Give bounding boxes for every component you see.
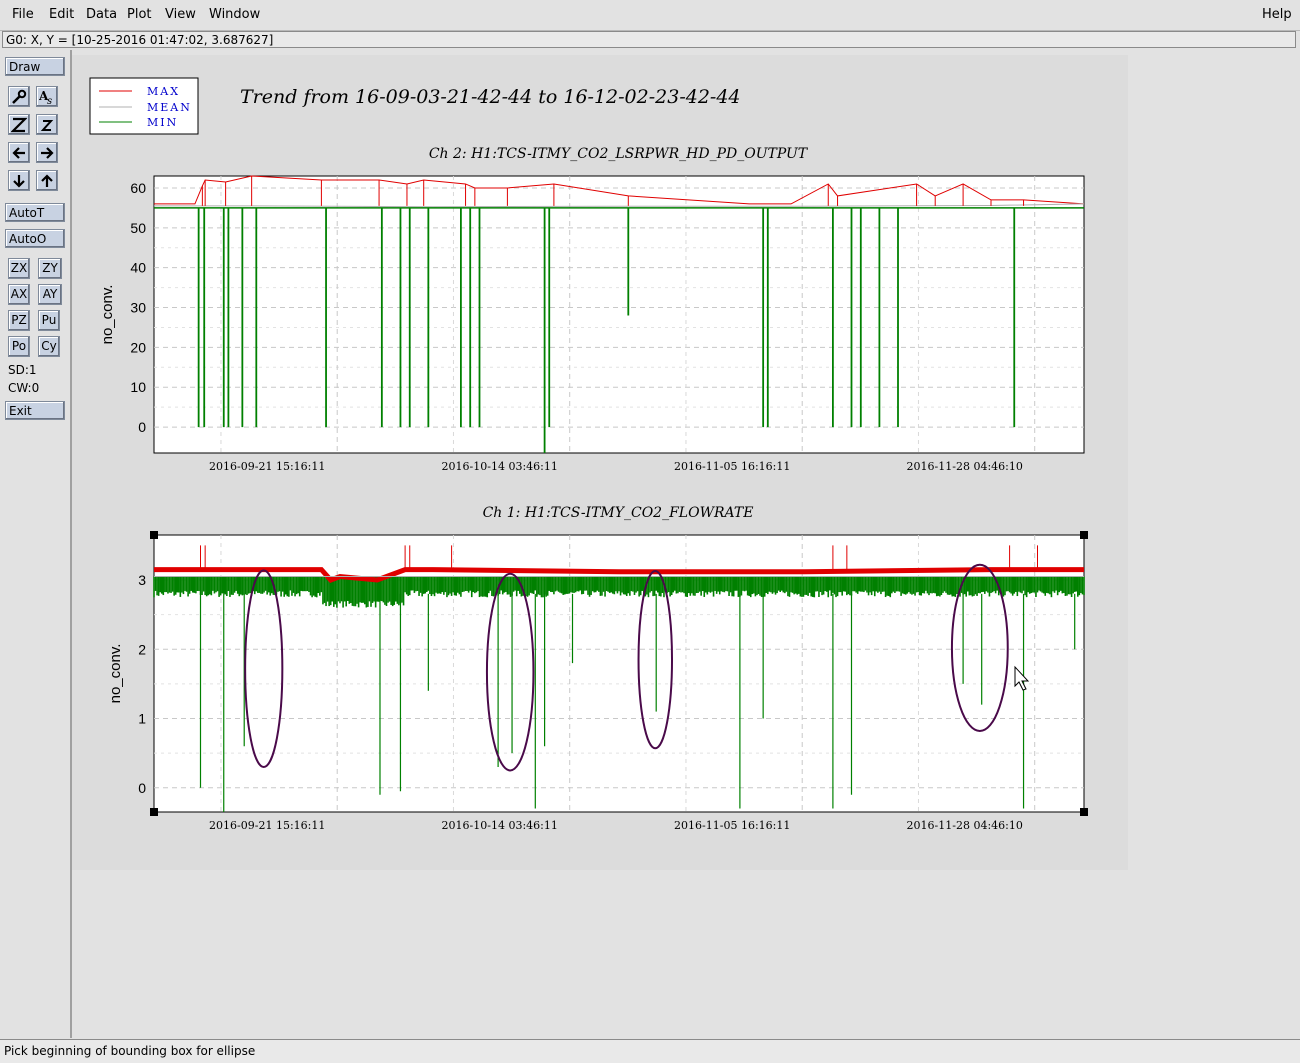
- menu-plot[interactable]: Plot: [127, 7, 152, 22]
- zoom-big-z-icon: [11, 117, 27, 133]
- legend-min-label: MIN: [147, 116, 178, 129]
- text-a-icon: As: [39, 89, 52, 105]
- auto-t-button[interactable]: AutoT: [5, 203, 65, 222]
- y-tick-label: 1: [138, 711, 146, 727]
- selection-handle: [1080, 531, 1088, 539]
- tool-palette: Draw As AutoT AutoO ZX ZY AX AY PZ Pu Po…: [0, 50, 72, 1038]
- legend: MAX MEAN MIN: [89, 77, 199, 135]
- y-axis-label: no_conv.: [99, 285, 116, 345]
- legend-max-label: MAX: [147, 85, 180, 98]
- pz-button[interactable]: PZ: [8, 310, 30, 331]
- zoom-in-button[interactable]: [8, 114, 30, 135]
- exit-button[interactable]: Exit: [5, 401, 65, 420]
- pan-right-button[interactable]: [36, 142, 58, 163]
- menu-help[interactable]: Help: [1262, 7, 1292, 22]
- selection-handle: [1080, 808, 1088, 816]
- main-title: Trend from 16-09-03-21-42-44 to 16-12-02…: [240, 86, 741, 108]
- chart-ch1[interactable]: 0 1 2 3 2016-09-21 15:16:11 2016-10-14 03:46:…: [107, 531, 1088, 832]
- y-tick-label: 30: [130, 300, 146, 316]
- x-tick-label: 2016-09-21 15:16:11: [209, 819, 325, 832]
- menu-data[interactable]: Data: [86, 7, 117, 22]
- x-tick-label: 2016-10-14 03:46:11: [442, 460, 558, 473]
- pan-down-button[interactable]: [8, 170, 30, 191]
- menu-file[interactable]: File: [12, 7, 34, 22]
- down-arrow-icon: [13, 175, 25, 188]
- x-tick-label: 2016-09-21 15:16:11: [209, 460, 325, 473]
- y-tick-label: 10: [130, 379, 146, 395]
- zx-button[interactable]: ZX: [8, 258, 30, 279]
- pu-button[interactable]: Pu: [38, 310, 60, 331]
- y-tick-label: 60: [130, 180, 146, 196]
- zoom-small-z-icon: [40, 120, 54, 131]
- y-tick-label: 2: [138, 641, 146, 657]
- zoom-out-button[interactable]: [36, 114, 58, 135]
- left-arrow-icon: [12, 147, 25, 159]
- pan-up-button[interactable]: [36, 170, 58, 191]
- y-tick-label: 20: [130, 339, 146, 355]
- x-tick-label: 2016-11-28 04:46:10: [907, 819, 1023, 832]
- cursor-coordinate-readout: G0: X, Y = [10-25-2016 01:47:02, 3.68762…: [2, 31, 1296, 48]
- right-arrow-icon: [41, 147, 54, 159]
- pointer-wrench-icon: [12, 89, 27, 104]
- up-arrow-icon: [41, 174, 53, 187]
- po-button[interactable]: Po: [8, 336, 30, 357]
- y-tick-label: 3: [138, 572, 146, 588]
- legend-mean-label: MEAN: [147, 101, 192, 114]
- plot-area: [153, 175, 1085, 454]
- selection-handle: [150, 808, 158, 816]
- x-tick-label: 2016-10-14 03:46:11: [442, 819, 558, 832]
- cw-label: CW:0: [8, 381, 40, 395]
- pan-left-button[interactable]: [8, 142, 30, 163]
- menu-edit[interactable]: Edit: [49, 7, 74, 22]
- status-bar: Pick beginning of bounding box for ellip…: [0, 1039, 1300, 1063]
- svg-text:s: s: [47, 96, 52, 105]
- menu-view[interactable]: View: [165, 7, 196, 22]
- menu-window[interactable]: Window: [209, 7, 260, 22]
- zy-button[interactable]: ZY: [38, 258, 62, 279]
- x-tick-label: 2016-11-05 16:16:11: [674, 460, 790, 473]
- sd-label: SD:1: [8, 363, 37, 377]
- ay-button[interactable]: AY: [38, 284, 62, 305]
- status-message: Pick beginning of bounding box for ellip…: [4, 1044, 256, 1058]
- menu-bar: File Edit Data Plot View Window Help: [0, 0, 1300, 31]
- y-tick-label: 0: [138, 419, 146, 435]
- x-tick-label: 2016-11-28 04:46:10: [907, 460, 1023, 473]
- auto-o-button[interactable]: AutoO: [5, 229, 65, 248]
- y-axis-label: no_conv.: [107, 644, 124, 704]
- trend-plot-svg[interactable]: MAX MEAN MIN Trend from 16-09-03-21-42-4…: [72, 55, 1128, 870]
- chart-ch2[interactable]: 0 10 20 30 40 50 60 2016-09-21 15:16:11 2016-10-…: [99, 175, 1085, 473]
- chart-title-ch1: Ch 1: H1:TCS-ITMY_CO2_FLOWRATE: [483, 505, 754, 521]
- draw-button[interactable]: Draw: [5, 57, 65, 76]
- plot-canvas[interactable]: MAX MEAN MIN Trend from 16-09-03-21-42-4…: [72, 55, 1128, 870]
- text-tool-button[interactable]: As: [36, 86, 58, 107]
- y-tick-label: 40: [130, 260, 146, 276]
- y-tick-label: 50: [130, 220, 146, 236]
- cy-button[interactable]: Cy: [38, 336, 60, 357]
- chart-title-ch2: Ch 2: H1:TCS-ITMY_CO2_LSRPWR_HD_PD_OUTPU…: [429, 146, 809, 162]
- pointer-tool-button[interactable]: [8, 86, 30, 107]
- y-tick-label: 0: [138, 780, 146, 796]
- x-tick-label: 2016-11-05 16:16:11: [674, 819, 790, 832]
- ax-button[interactable]: AX: [8, 284, 30, 305]
- selection-handle: [150, 531, 158, 539]
